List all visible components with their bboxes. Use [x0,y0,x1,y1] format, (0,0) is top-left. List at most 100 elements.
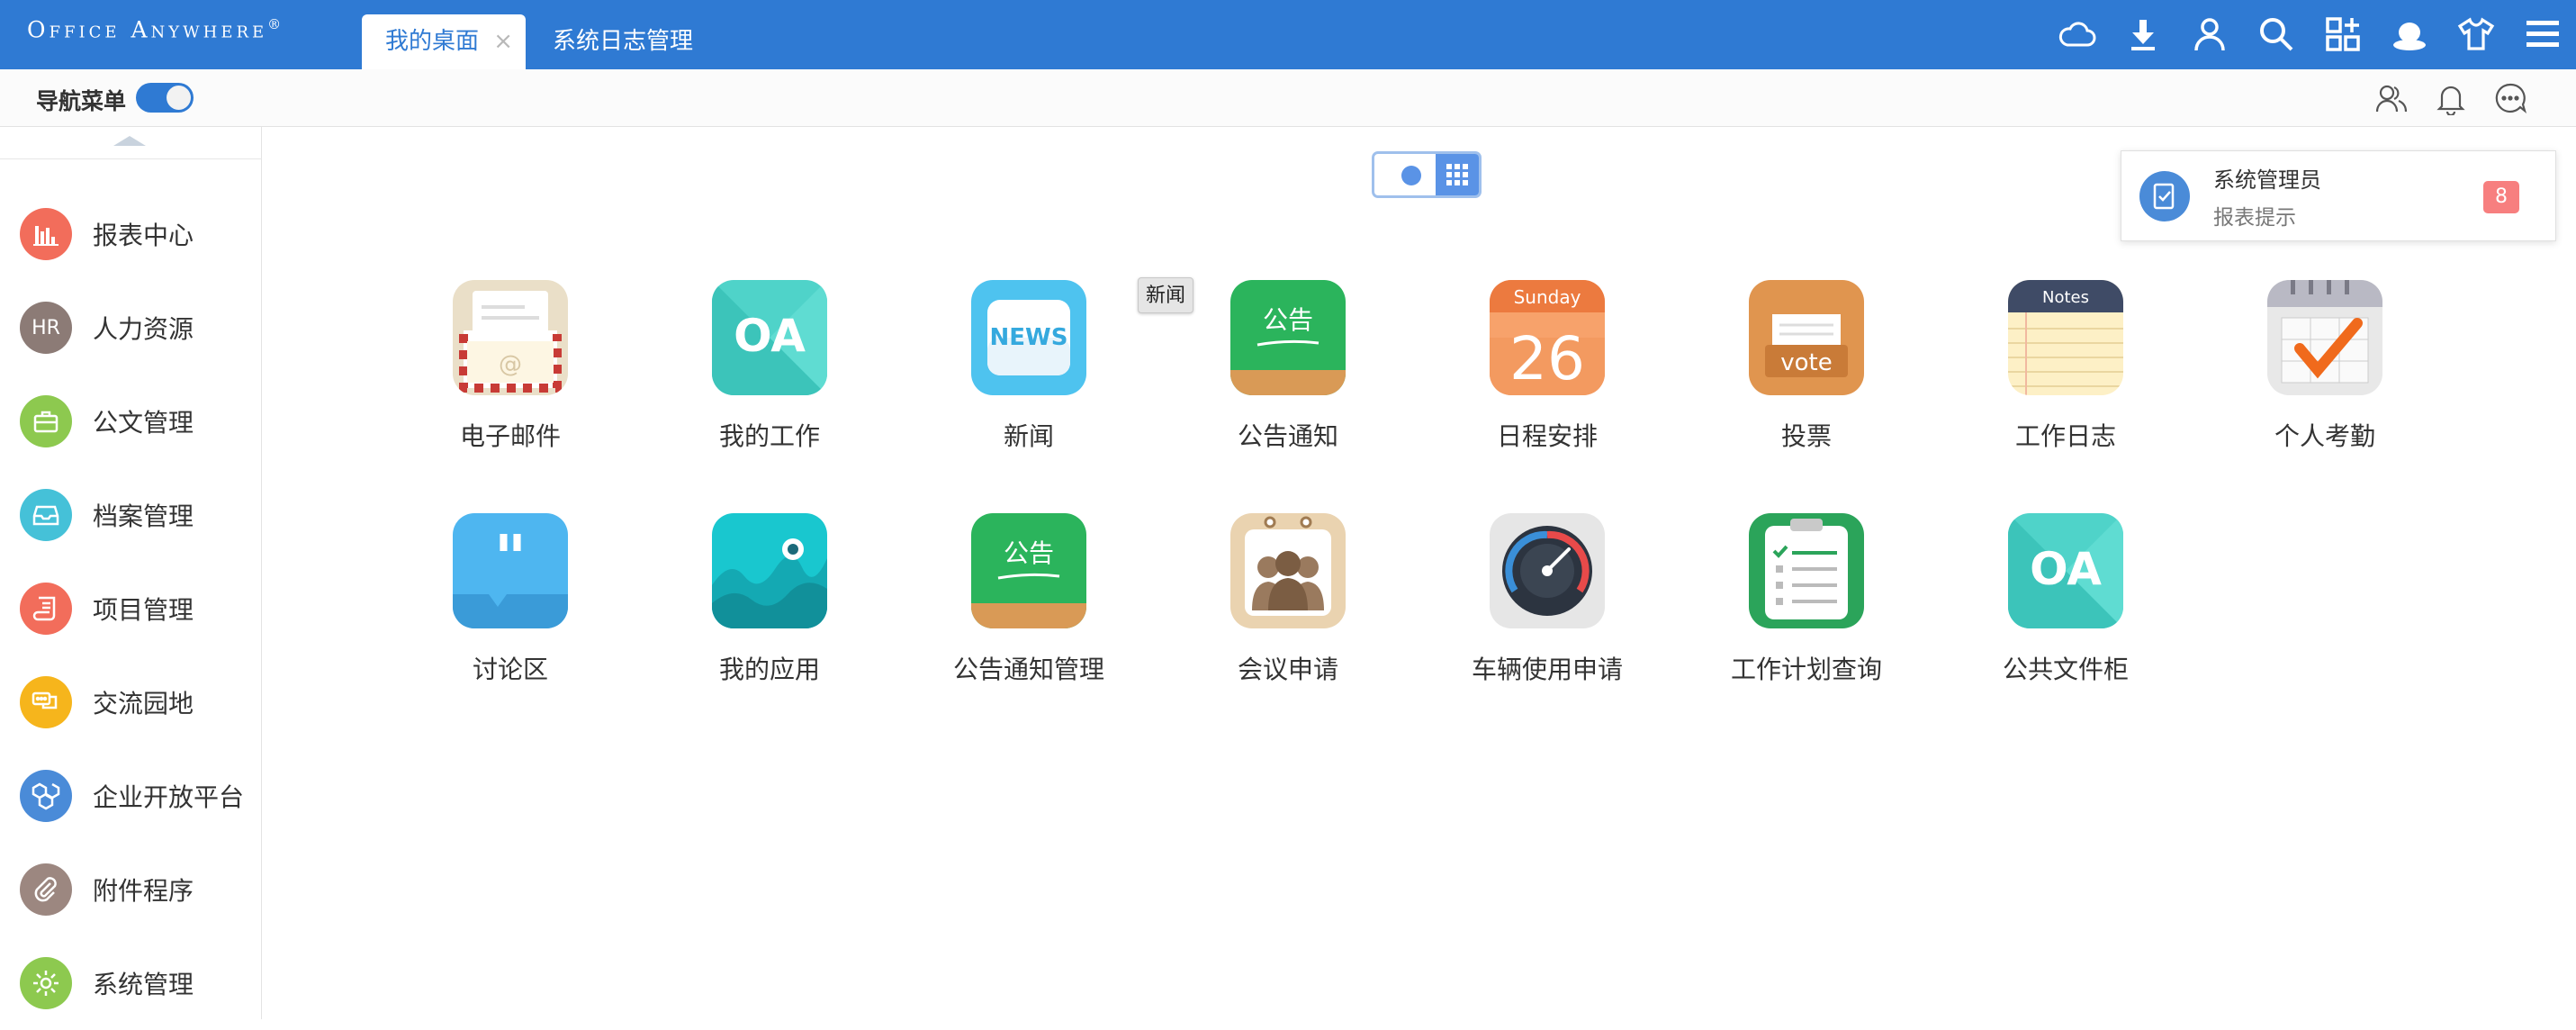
briefcase-icon [20,395,72,447]
clipboard-plan-icon [1749,513,1864,628]
app-attendance[interactable]: 个人考勤 [2213,280,2429,460]
notice-board-icon: 公告 [971,513,1086,628]
app-label: 日程安排 [1496,421,1598,451]
notice-text: 公告 [1004,538,1054,568]
email-envelope-icon: @ [453,280,568,395]
app-vote[interactable]: vote 投票 [1695,280,1911,460]
app-label: 车辆使用申请 [1471,655,1623,684]
menu-icon[interactable] [2509,9,2576,59]
app-label: 投票 [1780,421,1832,451]
calendar-icon: Sunday 26 [1490,280,1605,395]
top-bar: Office Anywhere® 我的桌面 × 系统日志管理 [0,0,2576,69]
app-work-log[interactable]: Notes 工作日志 [1954,280,2170,460]
app-label: 公共文件柜 [2002,655,2129,684]
cubes-icon [20,770,72,822]
bell-icon[interactable] [2421,78,2481,118]
sidebar-item-label: 交流园地 [93,689,194,718]
user-icon[interactable] [2176,9,2243,59]
app-notice[interactable]: 公告 公告通知 [1176,280,1392,460]
sidebar-item-label: 企业开放平台 [93,782,245,812]
news-icon: NEWS [971,280,1086,395]
toggle-knob [167,86,191,110]
project-scroll-icon [20,583,72,635]
app-notice-manage[interactable]: 公告 公告通知管理 [917,513,1133,693]
chat-icon[interactable] [2481,78,2540,118]
sub-bar: 导航菜单 [0,69,2576,127]
vote-box-icon: vote [1749,280,1864,395]
sidebar-item-label: 项目管理 [93,595,194,625]
search-icon[interactable] [2243,9,2310,59]
sidebar-item-open-platform[interactable]: 企业开放平台 [0,749,262,843]
app-label: 公告通知 [1237,421,1338,451]
app-email[interactable]: @ 电子邮件 [399,280,615,460]
calendar-day: Sunday [1514,286,1581,308]
nav-menu-label: 导航菜单 [36,88,127,114]
calendar-date: 26 [1509,324,1585,393]
sidebar-collapse[interactable] [0,127,262,159]
oa-icon: OA [712,280,827,395]
app-label: 我的应用 [718,655,820,684]
sidebar-item-projects[interactable]: 项目管理 [0,562,262,655]
news-text: NEWS [990,324,1068,351]
sidebar-item-label: 附件程序 [93,876,194,906]
tab-my-desktop[interactable]: 我的桌面 × [362,14,526,69]
notification-subtitle: 报表提示 [2213,206,2296,230]
app-label: 工作计划查询 [1730,655,1882,684]
oa-text: OA [2030,543,2102,595]
app-vehicle[interactable]: 车辆使用申请 [1436,513,1652,693]
archive-box-icon [20,489,72,541]
view-mode-switch[interactable] [1372,151,1482,198]
app-logo[interactable]: Office Anywhere® [27,16,281,42]
app-schedule[interactable]: Sunday 26 日程安排 [1436,280,1652,460]
close-icon[interactable]: × [493,14,513,69]
settings-gear-icon [20,957,72,1009]
tab-label: 我的桌面 [385,28,480,55]
sidebar-item-attachments[interactable]: 附件程序 [0,843,262,936]
app-label: 电子邮件 [459,421,561,451]
single-view-icon[interactable] [1401,166,1421,185]
sidebar-item-hr[interactable]: HR 人力资源 [0,281,262,375]
cloud-icon[interactable] [2043,9,2110,59]
contacts-icon[interactable] [2362,78,2421,118]
app-work-plan[interactable]: 工作计划查询 [1695,513,1911,693]
app-label: 工作日志 [2014,421,2116,451]
app-label: 新闻 [1003,421,1054,451]
grid-view-icon[interactable] [1436,154,1479,195]
app-my-work[interactable]: OA 我的工作 [658,280,874,460]
sidebar-item-label: 公文管理 [93,408,194,438]
app-label: 公告通知管理 [952,655,1104,684]
app-my-apps[interactable]: 我的应用 [658,513,874,693]
app-label: 个人考勤 [2274,421,2375,451]
skin-icon[interactable] [2376,9,2443,59]
speedometer-icon [1490,513,1605,628]
nav-menu-toggle[interactable] [136,83,194,113]
report-notice-icon [2139,171,2190,221]
news-tooltip: 新闻 [1138,277,1194,313]
app-public-files[interactable]: OA 公共文件柜 [1954,513,2170,693]
theme-shirt-icon[interactable] [2443,9,2509,59]
app-meeting[interactable]: 会议申请 [1176,513,1392,693]
app-news[interactable]: NEWS 新闻 [917,280,1133,460]
sidebar-item-documents[interactable]: 公文管理 [0,375,262,468]
sidebar-item-system[interactable]: 系统管理 [0,936,262,1030]
sidebar-item-archives[interactable]: 档案管理 [0,468,262,562]
notification-title: 系统管理员 [2213,167,2321,193]
notification-card[interactable]: 系统管理员 报表提示 8 [2121,150,2556,241]
sidebar-item-reports[interactable]: 报表中心 [0,187,262,281]
caret-up-icon [113,136,146,146]
oa-icon: OA [2008,513,2123,628]
apps-grid-icon[interactable] [2310,9,2376,59]
tab-system-log[interactable]: 系统日志管理 [553,14,693,69]
sidebar-item-community[interactable]: 交流园地 [0,655,262,749]
top-toolbar [2043,9,2576,59]
hr-icon: HR [20,302,72,354]
sidebar-item-label: 报表中心 [93,221,194,250]
sidebar-item-label: 人力资源 [93,314,194,344]
sidebar-item-label: 档案管理 [93,501,194,531]
sidebar-item-label: 系统管理 [93,970,194,999]
app-label: 我的工作 [718,421,820,451]
notice-text: 公告 [1263,305,1313,335]
discussion-quote-icon: " [453,513,568,628]
app-discussion[interactable]: " 讨论区 [399,513,615,693]
download-icon[interactable] [2110,9,2176,59]
